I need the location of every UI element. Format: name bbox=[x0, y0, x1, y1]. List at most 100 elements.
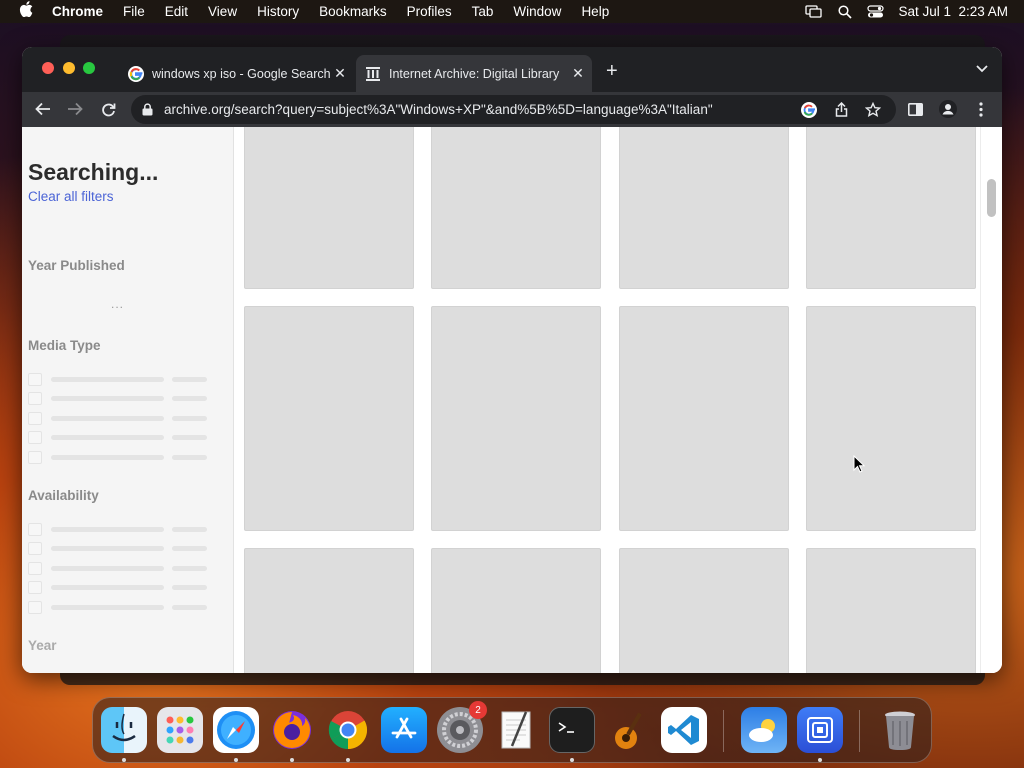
bookmark-star-icon[interactable] bbox=[864, 101, 882, 119]
firefox-icon[interactable] bbox=[269, 707, 315, 753]
vscode-icon[interactable] bbox=[661, 707, 707, 753]
facet-skeleton-row bbox=[28, 562, 208, 575]
facet-skeleton-row bbox=[28, 581, 208, 594]
tab-google-search[interactable]: windows xp iso - Google Search ✕ bbox=[119, 55, 354, 92]
tab-internet-archive[interactable]: Internet Archive: Digital Library ✕ bbox=[356, 55, 592, 92]
spotlight-search-icon[interactable] bbox=[836, 4, 853, 19]
google-icon bbox=[128, 65, 144, 82]
result-tile-placeholder[interactable] bbox=[431, 548, 601, 673]
facet-year-published-heading[interactable]: Year Published bbox=[28, 258, 125, 273]
screen-mirroring-icon[interactable] bbox=[805, 5, 823, 18]
safari-icon[interactable] bbox=[213, 707, 259, 753]
menu-bar: Chrome File Edit View History Bookmarks … bbox=[0, 0, 1024, 23]
menu-profiles[interactable]: Profiles bbox=[397, 4, 462, 19]
result-tile-placeholder[interactable] bbox=[619, 548, 789, 673]
dock-separator bbox=[723, 710, 724, 752]
result-tile-placeholder[interactable] bbox=[244, 306, 414, 531]
running-indicator bbox=[346, 758, 350, 762]
apple-menu-icon[interactable] bbox=[0, 1, 52, 22]
google-lens-icon[interactable] bbox=[800, 101, 818, 119]
share-icon[interactable] bbox=[832, 101, 850, 119]
app-store-icon[interactable] bbox=[381, 707, 427, 753]
menu-help[interactable]: Help bbox=[571, 4, 619, 19]
tab-title: windows xp iso - Google Search bbox=[152, 66, 330, 81]
running-indicator bbox=[122, 758, 126, 762]
kebab-menu-icon[interactable] bbox=[969, 97, 993, 121]
lock-icon[interactable] bbox=[142, 103, 156, 116]
menu-edit[interactable]: Edit bbox=[155, 4, 198, 19]
facet-skeleton-row bbox=[28, 373, 208, 386]
menu-bookmarks[interactable]: Bookmarks bbox=[309, 4, 397, 19]
browser-toolbar: archive.org/search?query=subject%3A"Wind… bbox=[22, 92, 1002, 127]
close-tab-icon[interactable]: ✕ bbox=[568, 65, 588, 82]
facet-skeleton-row bbox=[28, 601, 208, 614]
forward-button[interactable] bbox=[63, 97, 87, 121]
menu-history[interactable]: History bbox=[247, 4, 309, 19]
close-window-button[interactable] bbox=[42, 62, 54, 74]
facet-skeleton-row bbox=[28, 542, 208, 555]
facet-skeleton-row bbox=[28, 431, 208, 444]
facet-year-heading[interactable]: Year bbox=[28, 638, 57, 653]
web-page: Searching... Clear all filters Year Publ… bbox=[22, 127, 1002, 673]
results-grid bbox=[244, 127, 977, 673]
result-tile-placeholder[interactable] bbox=[806, 306, 976, 531]
result-tile-placeholder[interactable] bbox=[806, 548, 976, 673]
dock: 2 bbox=[92, 697, 932, 763]
result-tile-placeholder[interactable] bbox=[244, 548, 414, 673]
menu-app-name[interactable]: Chrome bbox=[52, 4, 113, 19]
facet-skeleton-row bbox=[28, 451, 208, 464]
menu-tab[interactable]: Tab bbox=[462, 4, 504, 19]
running-indicator bbox=[290, 758, 294, 762]
system-settings-icon[interactable]: 2 bbox=[437, 701, 487, 753]
back-button[interactable] bbox=[31, 97, 55, 121]
facet-skeleton-row bbox=[28, 412, 208, 425]
mouse-cursor-icon bbox=[853, 455, 865, 473]
garageband-icon[interactable] bbox=[605, 707, 651, 753]
reload-button[interactable] bbox=[96, 97, 120, 121]
tab-search-chevron-icon[interactable] bbox=[976, 65, 988, 76]
loading-indicator: ... bbox=[111, 297, 125, 311]
launchpad-icon[interactable] bbox=[157, 707, 203, 753]
page-title: Searching... bbox=[28, 159, 159, 185]
url-text[interactable]: archive.org/search?query=subject%3A"Wind… bbox=[164, 102, 800, 117]
weather-icon[interactable] bbox=[741, 707, 787, 753]
result-tile-placeholder[interactable] bbox=[431, 127, 601, 289]
result-tile-placeholder[interactable] bbox=[431, 306, 601, 531]
running-indicator bbox=[818, 758, 822, 762]
facet-media-type-heading[interactable]: Media Type bbox=[28, 338, 101, 353]
profile-avatar-icon[interactable] bbox=[936, 97, 960, 121]
finder-icon[interactable] bbox=[101, 707, 147, 753]
new-tab-button[interactable]: + bbox=[606, 61, 618, 81]
scrollbar-thumb[interactable] bbox=[987, 179, 996, 217]
textedit-icon[interactable] bbox=[493, 707, 539, 753]
control-center-icon[interactable] bbox=[867, 5, 885, 18]
clear-all-filters-link[interactable]: Clear all filters bbox=[28, 189, 114, 204]
running-indicator bbox=[570, 758, 574, 762]
browser-window: windows xp iso - Google Search ✕ Interne… bbox=[22, 47, 1002, 673]
trash-icon[interactable] bbox=[877, 707, 923, 753]
address-bar[interactable]: archive.org/search?query=subject%3A"Wind… bbox=[131, 95, 896, 124]
facet-skeleton-row bbox=[28, 392, 208, 405]
running-indicator bbox=[234, 758, 238, 762]
facet-availability-heading[interactable]: Availability bbox=[28, 488, 99, 503]
menu-window[interactable]: Window bbox=[503, 4, 571, 19]
zoom-window-button[interactable] bbox=[83, 62, 95, 74]
chrome-icon[interactable] bbox=[325, 707, 371, 753]
result-tile-placeholder[interactable] bbox=[619, 306, 789, 531]
minimize-window-button[interactable] bbox=[63, 62, 75, 74]
archive-icon bbox=[365, 66, 381, 82]
notification-badge: 2 bbox=[469, 701, 487, 719]
terminal-icon[interactable] bbox=[549, 707, 595, 753]
side-panel-icon[interactable] bbox=[903, 97, 927, 121]
menu-file[interactable]: File bbox=[113, 4, 155, 19]
close-tab-icon[interactable]: ✕ bbox=[330, 65, 350, 82]
page-scrollbar[interactable] bbox=[980, 127, 1002, 673]
menubar-clock[interactable]: Sat Jul 1 2:23 AM bbox=[898, 4, 1008, 19]
result-tile-placeholder[interactable] bbox=[244, 127, 414, 289]
result-tile-placeholder[interactable] bbox=[619, 127, 789, 289]
screen-sharing-icon[interactable] bbox=[797, 707, 843, 753]
tab-strip: windows xp iso - Google Search ✕ Interne… bbox=[22, 47, 1002, 92]
facet-skeleton-row bbox=[28, 523, 208, 536]
menu-view[interactable]: View bbox=[198, 4, 247, 19]
result-tile-placeholder[interactable] bbox=[806, 127, 976, 289]
